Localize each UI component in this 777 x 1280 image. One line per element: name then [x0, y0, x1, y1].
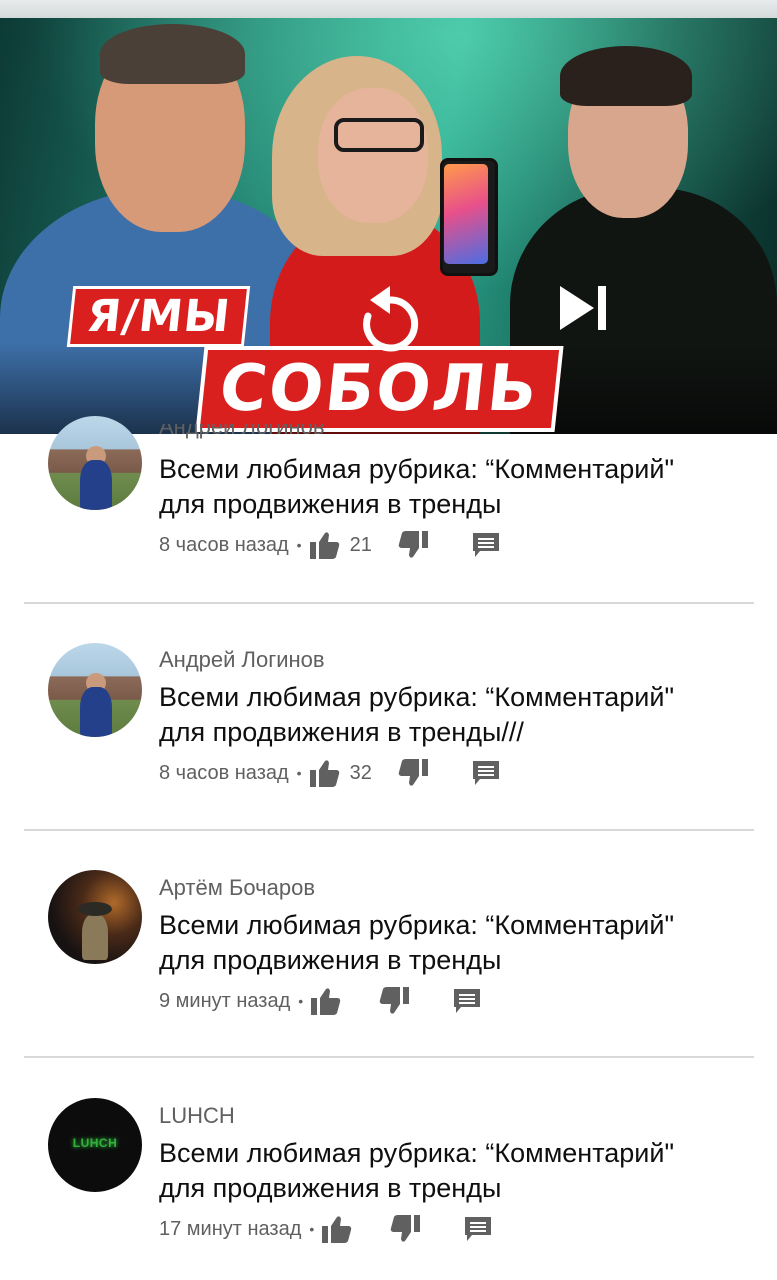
comment-divider — [24, 1056, 754, 1058]
thumb-up-icon[interactable] — [322, 1215, 352, 1243]
comment-divider — [24, 829, 754, 831]
comment-actions: 9 минут назад • — [159, 986, 481, 1016]
video-player[interactable]: Я/МЫ СОБОЛЬ — [0, 18, 777, 434]
avatar[interactable] — [48, 870, 142, 964]
video-title-top: Я/МЫ — [66, 286, 251, 347]
thumb-up-icon[interactable] — [309, 759, 340, 787]
thumb-down-icon[interactable] — [390, 1215, 421, 1243]
avatar-figure — [80, 460, 112, 510]
thumbnail-phone-screen — [444, 164, 488, 264]
comment-text: Всеми любимая рубрика: “Комментарий" для… — [159, 680, 739, 750]
comment-text: Всеми любимая рубрика: “Комментарий" для… — [159, 452, 739, 522]
comment-text-line: Всеми любимая рубрика: “Комментарий" — [159, 910, 675, 940]
comment-time: 8 часов назад — [159, 761, 289, 784]
avatar[interactable]: LUHCH — [48, 1098, 142, 1192]
comment-text-line: Всеми любимая рубрика: “Комментарий" — [159, 454, 675, 484]
comment-icon[interactable] — [464, 1216, 492, 1242]
separator-dot: • — [298, 993, 304, 1009]
comment-author[interactable]: LUHCH — [159, 1103, 235, 1129]
comment-text-line: для продвижения в тренды — [159, 489, 502, 519]
comment-text: Всеми любимая рубрика: “Комментарий" для… — [159, 908, 739, 978]
avatar-figure — [82, 914, 108, 960]
thumb-up-icon[interactable] — [311, 987, 341, 1015]
comment-text-line: для продвижения в тренды — [159, 1173, 502, 1203]
comment-time: 9 минут назад — [159, 989, 291, 1012]
comment-text-line: Всеми любимая рубрика: “Комментарий" — [159, 1138, 675, 1168]
thumbnail-glasses — [334, 118, 424, 152]
avatar[interactable] — [48, 643, 142, 737]
avatar-logo-text: LUHCH — [72, 1136, 118, 1150]
like-count: 21 — [349, 533, 372, 556]
separator-dot: • — [309, 1221, 315, 1237]
comment-actions: 8 часов назад • 21 — [159, 530, 500, 560]
comment-author[interactable]: Андрей Логинов — [159, 647, 325, 673]
comment-author[interactable]: Артём Бочаров — [159, 875, 315, 901]
thumbnail-hair-right — [560, 46, 692, 106]
avatar[interactable] — [48, 416, 142, 510]
thumbnail-face-center — [318, 88, 428, 223]
comment-actions: 8 часов назад • 32 — [159, 758, 500, 788]
comment-divider — [24, 602, 754, 604]
thumbnail-hair-left — [100, 24, 245, 84]
comment-text-line: для продвижения в тренды — [159, 945, 502, 975]
comment-text-line: Всеми любимая рубрика: “Комментарий" — [159, 682, 675, 712]
comment-time: 17 минут назад — [159, 1217, 302, 1240]
thumb-down-icon[interactable] — [398, 759, 428, 787]
avatar-hat — [78, 902, 112, 916]
comment-icon[interactable] — [472, 760, 500, 786]
avatar-figure — [80, 687, 112, 737]
comment-icon[interactable] — [453, 988, 481, 1014]
comment-icon[interactable] — [472, 532, 500, 558]
like-count: 32 — [349, 761, 372, 784]
thumb-down-icon[interactable] — [379, 987, 410, 1015]
comment-text: Всеми любимая рубрика: “Комментарий" для… — [159, 1136, 739, 1206]
comment-author-clipped: Андрей Логинов — [159, 424, 325, 439]
separator-dot: • — [296, 537, 302, 553]
video-title-main: СОБОЛЬ — [195, 346, 564, 432]
thumb-up-icon[interactable] — [309, 531, 340, 559]
replay-icon[interactable] — [356, 280, 424, 354]
skip-next-icon[interactable] — [556, 282, 610, 334]
comment-time: 8 часов назад — [159, 533, 289, 556]
thumb-down-icon[interactable] — [398, 531, 428, 559]
separator-dot: • — [296, 765, 302, 781]
comment-text-line: для продвижения в тренды/// — [159, 717, 524, 747]
comment-actions: 17 минут назад • — [159, 1214, 492, 1244]
